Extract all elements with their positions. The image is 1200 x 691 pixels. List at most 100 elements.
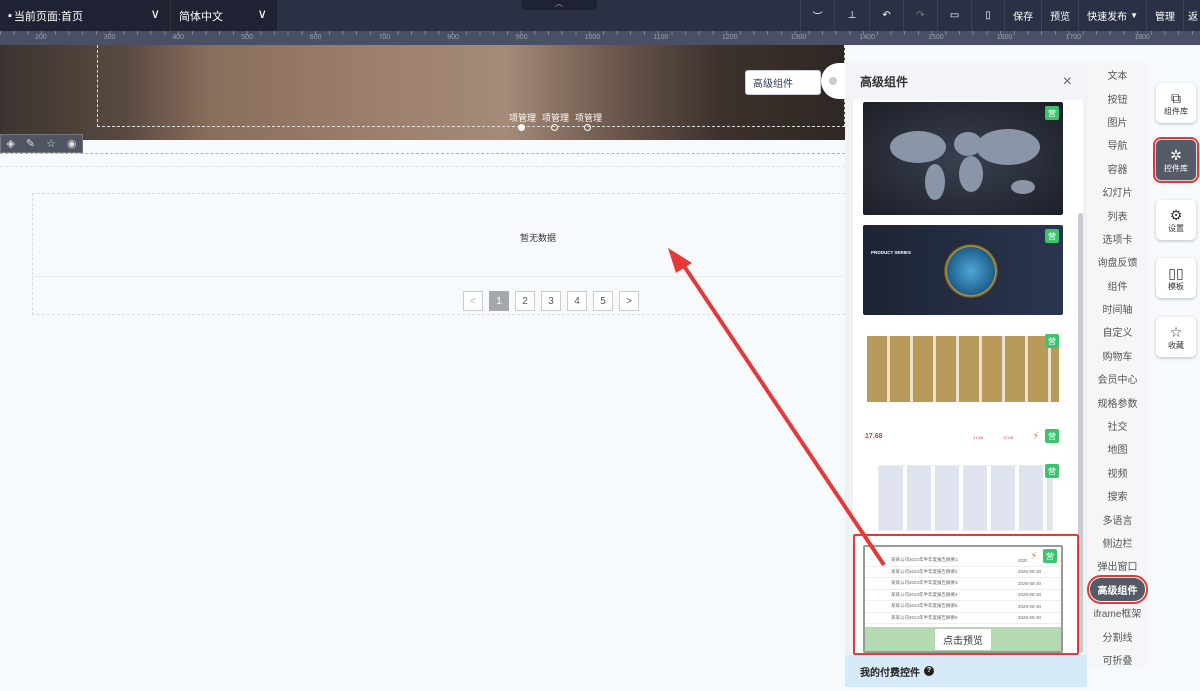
badge: 营 bbox=[1045, 464, 1059, 478]
banner-slideshow[interactable]: 项管理 项管理 项管理 bbox=[0, 45, 845, 140]
category-item[interactable]: 分割线 bbox=[1087, 624, 1148, 647]
product-series-title: PRODUCT SERIES bbox=[871, 250, 912, 255]
ruler-tick: 1200 bbox=[722, 34, 738, 41]
preview-button[interactable]: 预览 bbox=[1041, 0, 1078, 31]
rail-button-组件库[interactable]: ⧉ 组件库 bbox=[1156, 83, 1196, 123]
category-item[interactable]: 时间轴 bbox=[1087, 297, 1148, 320]
pager-page[interactable]: 1 bbox=[489, 291, 509, 311]
rail-label: 收藏 bbox=[1168, 340, 1184, 350]
pager-page[interactable]: 4 bbox=[567, 291, 587, 311]
manage-button[interactable]: 管理 bbox=[1146, 0, 1183, 31]
category-item[interactable]: 可折叠 bbox=[1087, 648, 1148, 671]
category-item[interactable]: 列表 bbox=[1087, 203, 1148, 226]
category-item[interactable]: 会员中心 bbox=[1087, 367, 1148, 390]
chevron-down-icon: ∨ bbox=[257, 6, 267, 21]
panel-title: 高级组件 bbox=[860, 75, 909, 89]
category-item[interactable]: 规格参数 bbox=[1087, 390, 1148, 413]
category-item[interactable]: 弹出窗口 bbox=[1087, 554, 1148, 577]
collapse-handle[interactable]: ︿ bbox=[521, 0, 597, 10]
highlight-box bbox=[853, 534, 1079, 655]
category-item[interactable]: 社交 bbox=[1087, 414, 1148, 437]
publish-button[interactable]: 快速发布 ▼ bbox=[1078, 0, 1146, 31]
ruler-tick: 800 bbox=[447, 34, 459, 41]
pager-page[interactable]: 2 bbox=[515, 291, 535, 311]
category-item[interactable]: 自定义 bbox=[1087, 320, 1148, 343]
rail-button-模板[interactable]: ▯▯ 模板 bbox=[1156, 258, 1196, 298]
paid-label: 我的付费控件 bbox=[860, 667, 920, 679]
layers-icon[interactable]: ◈ bbox=[6, 137, 14, 150]
category-item[interactable]: 组件 bbox=[1087, 274, 1148, 297]
ruler-tick: 500 bbox=[241, 34, 253, 41]
ruler-tick: 900 bbox=[515, 34, 528, 41]
stat-value: 17.68 bbox=[973, 435, 984, 440]
banner-nav-item[interactable]: 项管理 bbox=[575, 111, 602, 124]
undo-button[interactable]: ↶ bbox=[869, 0, 903, 31]
page-select-label: 当前页面:首页 bbox=[13, 10, 83, 23]
category-item[interactable]: 导航 bbox=[1087, 133, 1148, 156]
ruler-tick: 1400 bbox=[859, 34, 875, 41]
paid-controls-bar[interactable]: 我的付费控件? bbox=[845, 655, 1087, 687]
list-component[interactable]: 暂无数据 < 1 2 3 4 5 > bbox=[32, 193, 845, 315]
ruler-tick: 200 bbox=[35, 34, 47, 41]
collapse-button[interactable]: ︶ bbox=[800, 0, 834, 31]
rail-button-收藏[interactable]: ☆ 收藏 bbox=[1156, 317, 1196, 357]
category-item[interactable]: 按钮 bbox=[1087, 86, 1148, 109]
product-image bbox=[943, 243, 999, 299]
back-button[interactable]: 返 bbox=[1183, 0, 1200, 31]
component-product-series[interactable]: PRODUCT SERIES 营 bbox=[863, 225, 1063, 315]
category-item[interactable]: 容器 bbox=[1087, 157, 1148, 180]
slide-dot[interactable] bbox=[551, 124, 558, 131]
align-button[interactable]: ⊥ bbox=[834, 0, 869, 31]
category-item[interactable]: 地图 bbox=[1087, 437, 1148, 460]
rail-label: 模板 bbox=[1168, 281, 1184, 291]
section-guide bbox=[0, 166, 845, 167]
selection-outline bbox=[97, 45, 845, 127]
pager-page[interactable]: 5 bbox=[593, 291, 613, 311]
help-icon[interactable]: ? bbox=[924, 666, 934, 676]
category-item[interactable]: 询盘反馈 bbox=[1087, 250, 1148, 273]
rail-icon: ☆ bbox=[1169, 323, 1183, 340]
redo-icon: ↷ bbox=[916, 10, 925, 21]
rail-button-控件库[interactable]: ✲ 控件库 bbox=[1153, 137, 1199, 183]
ruler-tick: 300 bbox=[103, 34, 116, 41]
category-item[interactable]: 选项卡 bbox=[1087, 227, 1148, 250]
banner-nav-item[interactable]: 项管理 bbox=[542, 111, 569, 124]
category-item[interactable]: 购物车 bbox=[1087, 344, 1148, 367]
category-item[interactable]: 文本 bbox=[1087, 63, 1148, 86]
magic-icon[interactable]: ✎ bbox=[26, 137, 35, 150]
category-item[interactable]: 幻灯片 bbox=[1087, 180, 1148, 203]
category-item[interactable]: iframe框架 bbox=[1087, 601, 1148, 624]
save-button[interactable]: 保存 bbox=[1004, 0, 1041, 31]
stat-value: 17.68 bbox=[865, 433, 883, 440]
pager-page[interactable]: 3 bbox=[541, 291, 561, 311]
page-select[interactable]: ▪ 当前页面:首页 ∨ bbox=[0, 0, 170, 31]
banner-nav-item[interactable]: 项管理 bbox=[509, 111, 536, 124]
tooltip: 高级组件 bbox=[745, 70, 821, 95]
component-stats[interactable]: 17.68 17.68 17.68 ⚡ 营 bbox=[863, 427, 1063, 447]
star-icon[interactable]: ☆ bbox=[46, 137, 56, 150]
badge: 营 bbox=[1045, 106, 1059, 120]
language-select[interactable]: 简体中文 ∨ bbox=[170, 0, 277, 31]
slide-dot[interactable] bbox=[584, 124, 591, 131]
category-item[interactable]: 侧边栏 bbox=[1087, 531, 1148, 554]
rail-icon: ▯▯ bbox=[1168, 264, 1184, 281]
pager-next[interactable]: > bbox=[619, 291, 639, 311]
component-certificate-gallery[interactable]: 营 bbox=[863, 460, 1063, 535]
pager-prev[interactable]: < bbox=[463, 291, 483, 311]
mobile-view-button[interactable]: ▯ bbox=[971, 0, 1004, 31]
component-world-map[interactable]: 营 bbox=[863, 102, 1063, 215]
component-certificate-carousel[interactable]: 营 bbox=[863, 330, 1063, 420]
category-item[interactable]: 图片 bbox=[1087, 110, 1148, 133]
slide-dot-active[interactable] bbox=[518, 124, 525, 131]
category-item[interactable]: 视频 bbox=[1087, 461, 1148, 484]
eye-icon[interactable]: ◉ bbox=[67, 137, 77, 150]
top-toolbar: ▪ 当前页面:首页 ∨ 简体中文 ∨ ︿ ︶ ⊥ ↶ ↷ ▭ ▯ 保存 预览 快速发布… bbox=[0, 0, 1200, 31]
desktop-view-button[interactable]: ▭ bbox=[937, 0, 971, 31]
badge: 营 bbox=[1045, 429, 1059, 443]
close-icon[interactable]: × bbox=[1063, 73, 1072, 91]
category-item[interactable]: 高级组件 bbox=[1087, 574, 1148, 605]
redo-button[interactable]: ↷ bbox=[903, 0, 937, 31]
category-item[interactable]: 搜索 bbox=[1087, 484, 1148, 507]
rail-button-设置[interactable]: ⚙ 设置 bbox=[1156, 200, 1196, 240]
category-item[interactable]: 多语言 bbox=[1087, 507, 1148, 530]
